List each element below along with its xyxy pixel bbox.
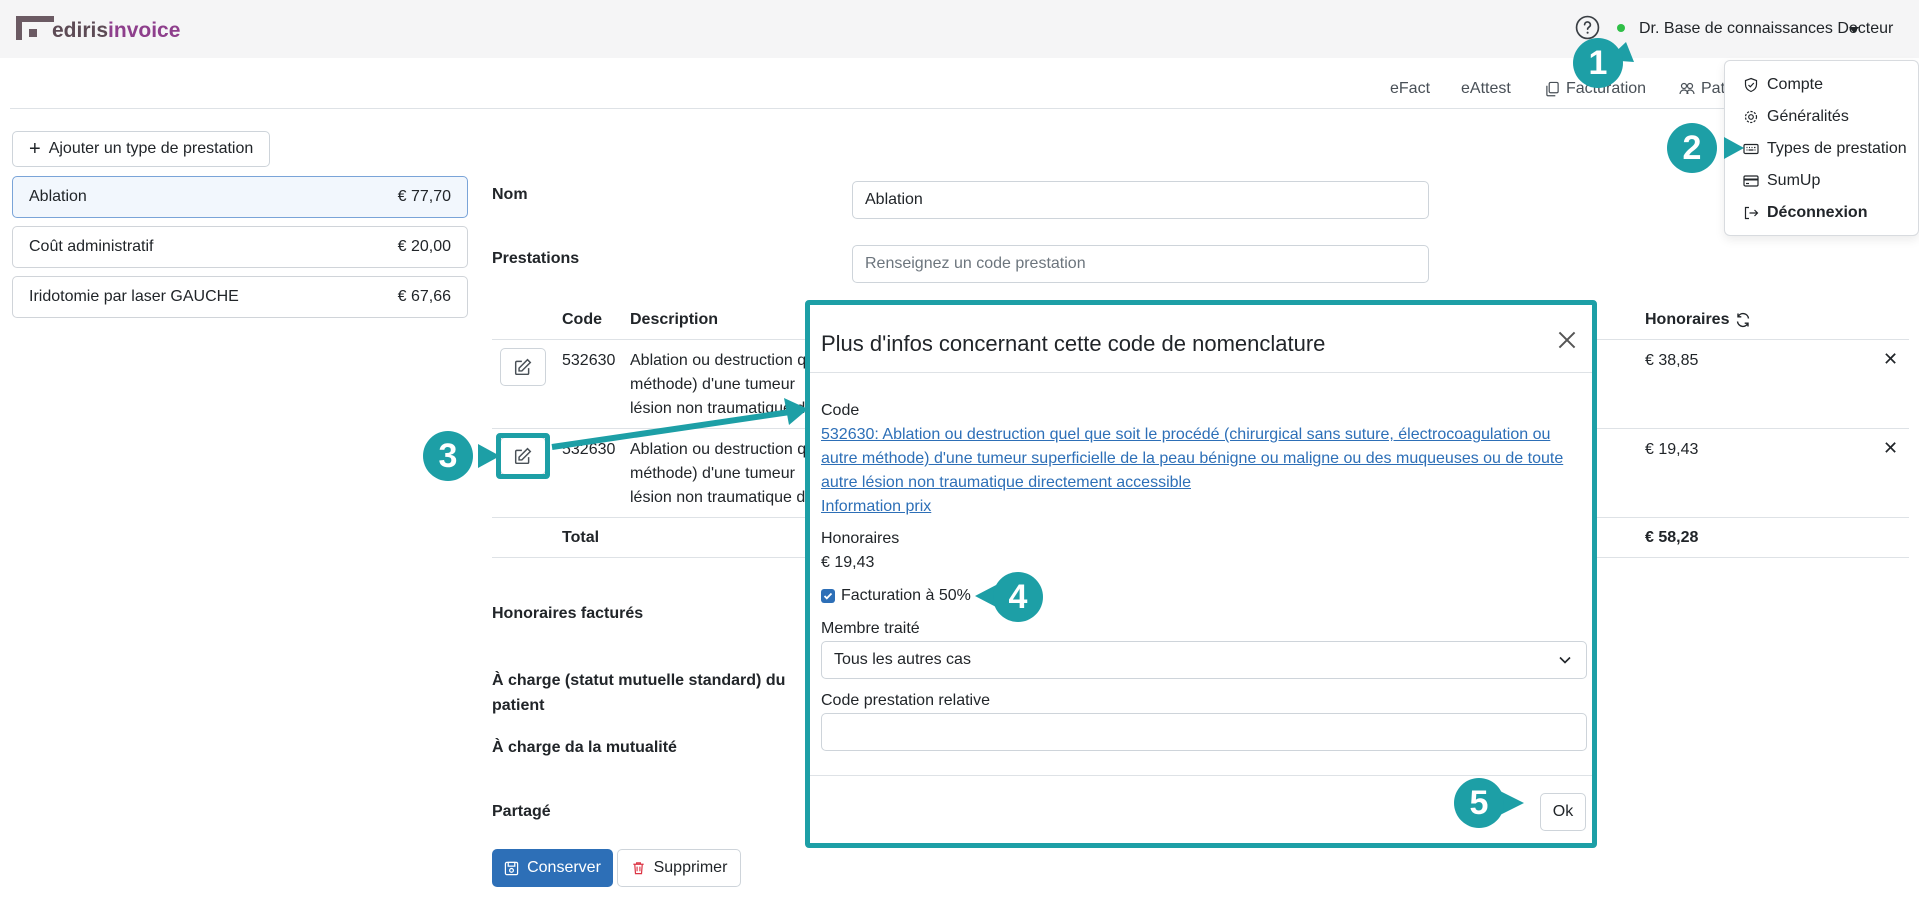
- step-badge-3: 3: [423, 431, 473, 481]
- highlight-edit-button: [496, 433, 550, 479]
- step-badge-5: 5: [1454, 778, 1504, 828]
- annotation-overlay: [478, 42, 1744, 815]
- step-badge-1: 1: [1573, 38, 1623, 88]
- step-badge-2: 2: [1667, 123, 1717, 173]
- step-badge-4: 4: [993, 572, 1043, 622]
